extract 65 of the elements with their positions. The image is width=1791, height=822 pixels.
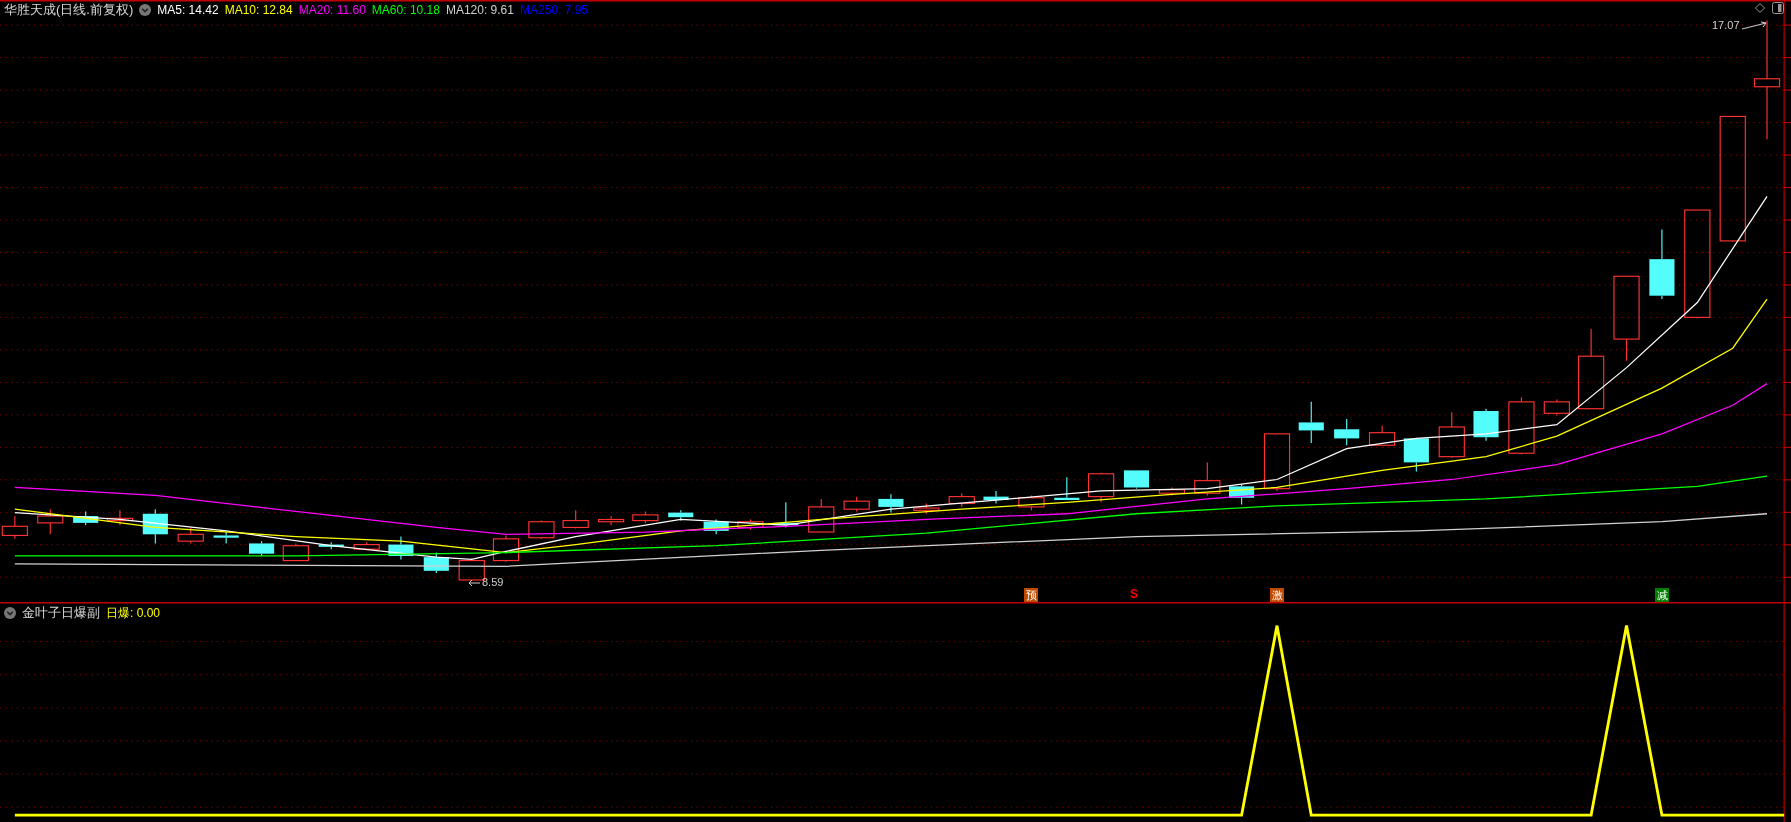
candlestick bbox=[1403, 437, 1429, 473]
candlestick bbox=[73, 510, 99, 526]
candlestick bbox=[423, 552, 449, 574]
candlestick bbox=[142, 508, 168, 544]
candlestick bbox=[948, 492, 975, 508]
signal-badge: 激 bbox=[1270, 588, 1284, 602]
candlestick bbox=[1194, 461, 1221, 497]
candlestick bbox=[1298, 401, 1324, 444]
candlestick bbox=[177, 526, 204, 544]
chart-title: 华胜天成(日线.前复权) bbox=[4, 2, 134, 18]
candlestick bbox=[843, 496, 870, 513]
candlestick bbox=[1508, 396, 1535, 455]
arrow-icon bbox=[468, 578, 480, 587]
arrow-icon bbox=[1741, 20, 1768, 31]
candlestick bbox=[1263, 433, 1291, 492]
candlestick bbox=[1368, 425, 1396, 446]
price-label: 8.59 bbox=[482, 576, 504, 589]
candlestick bbox=[913, 502, 940, 515]
moving-average-value: MA5: 14.42 bbox=[157, 2, 219, 18]
candlestick bbox=[983, 490, 1009, 505]
candlestick bbox=[1473, 408, 1499, 442]
candlestick bbox=[1087, 472, 1115, 503]
candlestick bbox=[632, 510, 659, 524]
signal-mark: S bbox=[1129, 587, 1139, 601]
candlestick bbox=[106, 509, 134, 526]
candlestick bbox=[562, 509, 589, 530]
candlestick bbox=[492, 534, 520, 563]
candlestick bbox=[1054, 476, 1080, 501]
diamond-icon[interactable] bbox=[1755, 3, 1765, 13]
candlestick bbox=[597, 515, 625, 526]
signal-badge: 预 bbox=[1024, 588, 1038, 602]
candlestick bbox=[1158, 486, 1186, 497]
candlestick bbox=[282, 542, 309, 562]
candlestick bbox=[528, 520, 555, 540]
moving-average-value: MA10: 12.84 bbox=[224, 2, 293, 18]
candlestick bbox=[1018, 494, 1045, 511]
moving-average-value: MA60: 10.18 bbox=[371, 2, 440, 18]
candlestick bbox=[668, 509, 694, 522]
price-label: 17.07 bbox=[1712, 19, 1740, 32]
moving-average-value: MA120: 9.61 bbox=[445, 2, 514, 18]
candlestick bbox=[388, 536, 414, 560]
candlestick bbox=[249, 540, 275, 557]
candlestick bbox=[213, 531, 239, 544]
candlestick bbox=[1123, 469, 1150, 490]
panel-toggle-icon[interactable] bbox=[1772, 2, 1784, 14]
candlestick bbox=[703, 518, 729, 535]
candlestick bbox=[1543, 399, 1570, 417]
candlestick bbox=[37, 508, 64, 535]
candlestick bbox=[318, 541, 344, 550]
candlestick bbox=[737, 518, 764, 531]
dropdown-icon[interactable] bbox=[4, 607, 16, 619]
moving-average-value: MA250: 7.95 bbox=[519, 2, 588, 18]
candlestick bbox=[353, 541, 380, 551]
candlestick bbox=[1649, 228, 1675, 300]
candlestick bbox=[1229, 483, 1255, 506]
signal-badge: 减 bbox=[1655, 588, 1669, 602]
indicator-value: 日爆: 0.00 bbox=[106, 605, 161, 621]
moving-average-value: MA20: 11.60 bbox=[298, 2, 366, 18]
indicator-title: 金叶子日爆副 bbox=[22, 605, 100, 621]
candlestick bbox=[1334, 418, 1360, 446]
dropdown-icon[interactable] bbox=[139, 4, 152, 16]
candlestick bbox=[1, 515, 28, 540]
candlestick bbox=[1438, 411, 1465, 459]
candlestick bbox=[878, 493, 904, 514]
candlestick bbox=[808, 498, 835, 533]
